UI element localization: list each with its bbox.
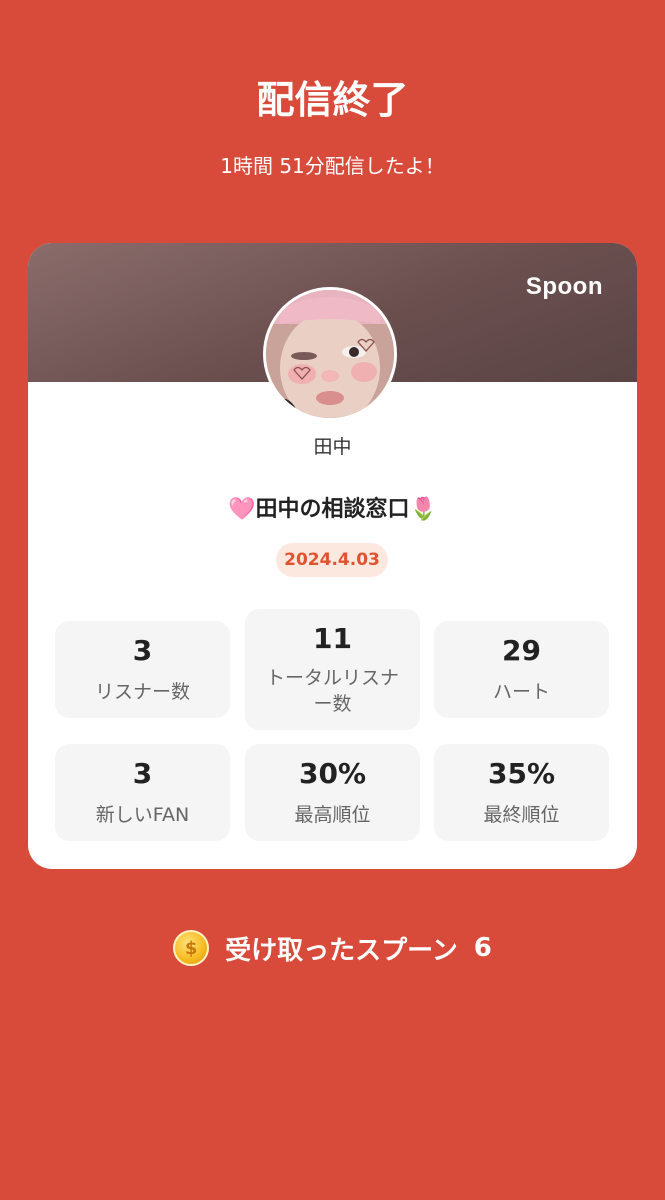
stat-value: 30% bbox=[298, 757, 367, 790]
received-spoons-count: 6 bbox=[473, 933, 492, 963]
stat-label: トータルリスナー数 bbox=[265, 667, 399, 715]
brand-logo: Spoon bbox=[525, 273, 603, 300]
stat-value: 35% bbox=[487, 757, 556, 790]
stat-value: 11 bbox=[313, 622, 352, 655]
stream-duration: 1時間 51分配信したよ！ bbox=[220, 154, 445, 178]
avatar[interactable] bbox=[263, 287, 397, 421]
stat-value: 3 bbox=[132, 634, 153, 667]
date-badge: 2024.4.03 bbox=[276, 543, 388, 577]
stat-final-rank: 35% 最終順位 bbox=[434, 744, 609, 841]
stat-label: 新しいFAN bbox=[95, 804, 190, 826]
stat-label: 最終順位 bbox=[483, 804, 560, 826]
stat-hearts: 29 ハート bbox=[434, 621, 609, 718]
stat-label: 最高順位 bbox=[294, 804, 371, 826]
stat-highest-rank: 30% 最高順位 bbox=[245, 744, 420, 841]
stat-total-listeners: 11 トータルリスナー数 bbox=[245, 609, 420, 730]
received-spoons-label: 受け取ったスプーン bbox=[225, 935, 458, 966]
stat-value: 3 bbox=[132, 757, 153, 790]
received-spoons: $ 受け取ったスプーン 6 bbox=[0, 925, 665, 971]
username: 田中 bbox=[313, 436, 352, 458]
stat-new-fans: 3 新しいFAN bbox=[55, 744, 230, 841]
coin-icon: $ bbox=[173, 930, 210, 966]
room-title: 🩷田中の相談窓口🌷 bbox=[228, 497, 437, 522]
stat-label: ハート bbox=[492, 681, 550, 703]
page-title: 配信終了 bbox=[256, 78, 409, 122]
stat-label: リスナー数 bbox=[94, 681, 190, 703]
stream-summary-card: Spoon 田中 🩷田中の相談窓口🌷 2024.4.03 3 リスナー数 11 … bbox=[28, 243, 637, 869]
stat-listeners: 3 リスナー数 bbox=[55, 621, 230, 718]
stat-value: 29 bbox=[502, 634, 541, 667]
